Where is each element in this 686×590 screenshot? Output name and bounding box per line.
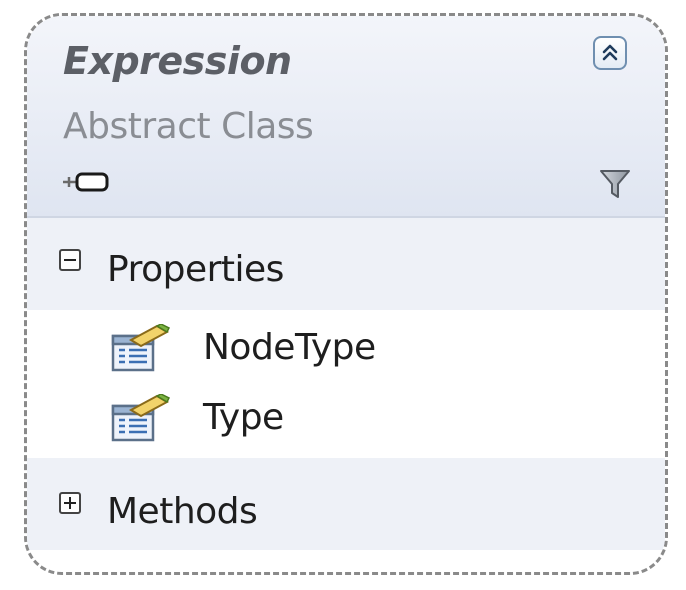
property-icon: [111, 394, 171, 442]
methods-compartment-header[interactable]: Methods: [27, 458, 665, 550]
collapse-button[interactable]: [593, 36, 627, 70]
collapse-toggle-icon[interactable]: [59, 249, 81, 271]
base-type-icon[interactable]: [61, 171, 111, 193]
list-item[interactable]: NodeType: [27, 314, 665, 384]
properties-compartment-header[interactable]: Properties: [27, 218, 665, 310]
filter-icon[interactable]: [599, 168, 631, 200]
list-item[interactable]: Type: [27, 384, 665, 454]
property-name: NodeType: [203, 327, 376, 368]
expand-toggle-icon[interactable]: [59, 492, 81, 514]
class-kind: Abstract Class: [63, 106, 314, 147]
class-name: Expression: [63, 39, 292, 83]
property-name: Type: [203, 397, 284, 438]
properties-label: Properties: [107, 249, 284, 290]
methods-label: Methods: [107, 491, 258, 532]
double-chevron-up-icon: [602, 44, 618, 61]
class-shape[interactable]: Expression Abstract Class Properties Nod…: [24, 13, 668, 575]
properties-list: NodeType Type: [27, 310, 665, 458]
property-icon: [111, 324, 171, 372]
